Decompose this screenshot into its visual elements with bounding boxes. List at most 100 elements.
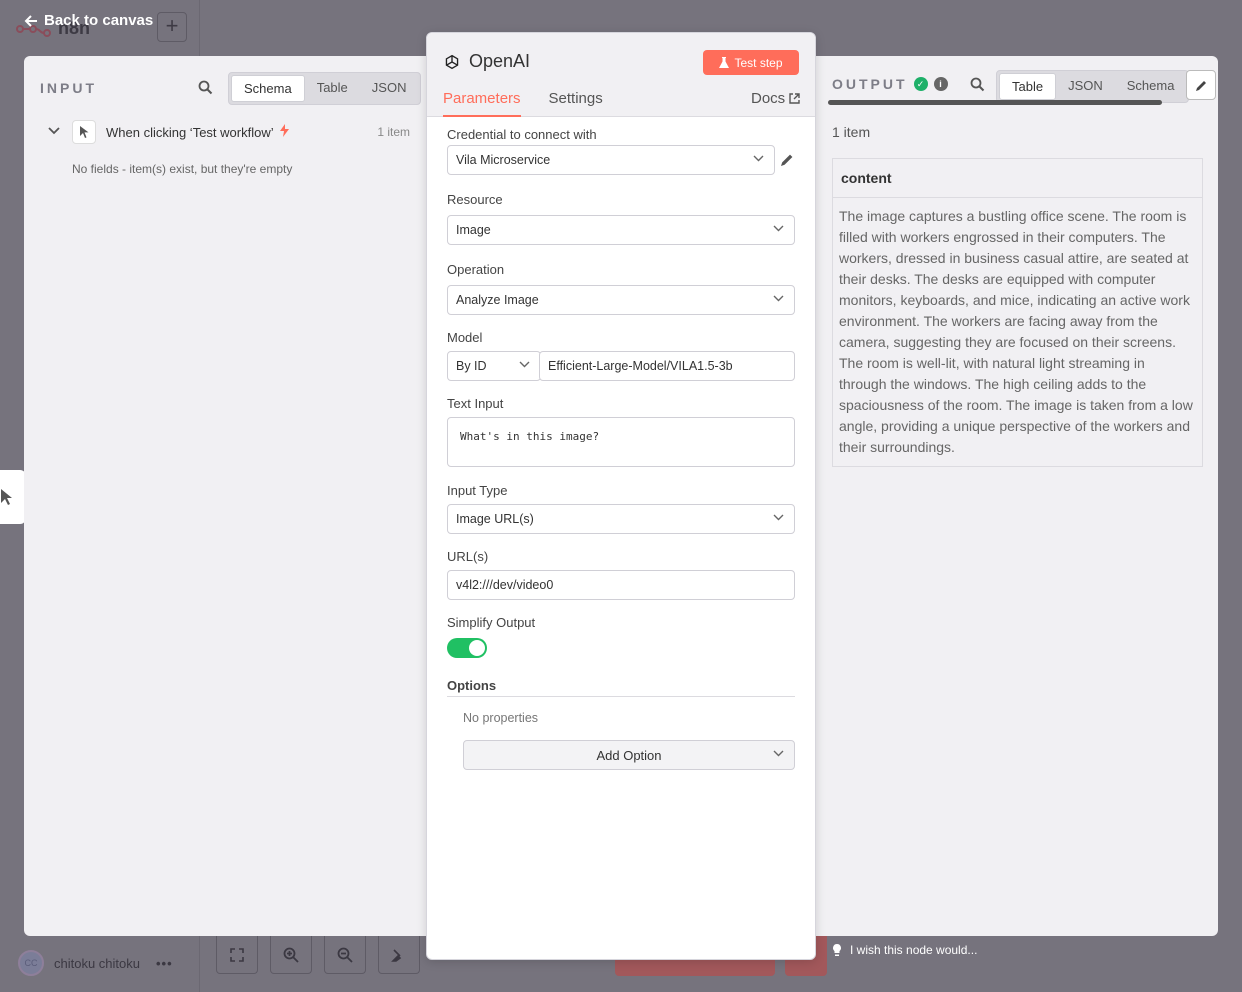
test-step-button[interactable]: Test step <box>703 50 799 75</box>
model-mode-value: By ID <box>456 359 487 373</box>
output-table: content The image captures a bustling of… <box>832 158 1203 467</box>
pencil-icon <box>1195 80 1206 91</box>
tidy-up-button[interactable] <box>378 936 420 974</box>
operation-value: Analyze Image <box>456 293 539 307</box>
cursor-pointer-icon <box>1 489 12 505</box>
header-divider <box>199 0 200 56</box>
chevron-down-icon <box>773 225 784 232</box>
urls-value: v4l2:///dev/video0 <box>456 578 554 592</box>
external-link-icon <box>789 93 800 104</box>
chevron-down-icon <box>753 155 764 162</box>
table-header-content: content <box>833 159 1202 198</box>
model-id-value: Efficient-Large-Model/VILA1.5-3b <box>548 359 733 373</box>
table-cell-content[interactable]: The image captures a bustling office sce… <box>833 198 1202 466</box>
feedback-text: I wish this node would... <box>850 943 978 957</box>
node-settings-panel: OpenAI Test step Parameters Settings Doc… <box>426 32 816 960</box>
resource-select[interactable]: Image <box>447 215 795 245</box>
docs-label: Docs <box>751 90 786 107</box>
operation-select[interactable]: Analyze Image <box>447 285 795 315</box>
chevron-down-icon <box>773 750 784 757</box>
zoom-in-icon <box>283 947 299 963</box>
model-mode-select[interactable]: By ID <box>447 351 541 381</box>
chevron-down-icon <box>773 514 784 521</box>
edit-credential-icon[interactable] <box>779 152 795 168</box>
output-tab-json[interactable]: JSON <box>1056 73 1115 100</box>
test-step-label: Test step <box>734 55 783 70</box>
edit-output-button[interactable] <box>1186 70 1216 100</box>
output-tab-table[interactable]: Table <box>999 73 1057 100</box>
back-to-canvas-label: Back to canvas <box>44 12 154 29</box>
avatar: CC <box>18 950 44 976</box>
tab-settings[interactable]: Settings <box>549 90 603 117</box>
footer-divider <box>199 936 200 992</box>
user-menu[interactable]: CC chitoku chitoku ••• <box>18 950 173 976</box>
add-option-button[interactable]: Add Option <box>463 740 795 770</box>
plus-icon: + <box>165 13 179 38</box>
output-header: OUTPUT ✓ i <box>832 76 985 92</box>
empty-fields-message: No fields - item(s) exist, but they're e… <box>72 162 293 176</box>
model-id-input[interactable]: Efficient-Large-Model/VILA1.5-3b <box>539 351 795 381</box>
input-tab-schema[interactable]: Schema <box>231 75 305 102</box>
trigger-node-icon <box>72 120 96 144</box>
trigger-item-count: 1 item <box>377 125 410 139</box>
search-icon[interactable] <box>198 80 213 95</box>
output-tab-schema[interactable]: Schema <box>1115 73 1187 100</box>
trigger-node-label: When clicking ‘Test workflow’ <box>106 124 274 140</box>
flask-icon <box>719 56 730 68</box>
text-input-label: Text Input <box>447 396 504 411</box>
input-tab-json[interactable]: JSON <box>360 75 419 102</box>
add-node-button[interactable]: + <box>157 12 187 42</box>
urls-input[interactable]: v4l2:///dev/video0 <box>447 570 795 600</box>
more-options-icon[interactable]: ••• <box>156 956 173 971</box>
back-to-canvas-link[interactable]: Back to canvas <box>24 12 153 29</box>
text-input-value: What's in this image? <box>460 430 600 443</box>
node-title-text: OpenAI <box>469 51 531 71</box>
node-header: OpenAI Test step Parameters Settings Doc… <box>427 33 815 117</box>
urls-label: URL(s) <box>447 549 489 564</box>
simplify-output-toggle[interactable] <box>447 638 487 658</box>
zoom-out-icon <box>337 947 353 963</box>
zoom-controls <box>216 936 420 974</box>
lightbulb-icon <box>833 944 841 956</box>
tab-parameters[interactable]: Parameters <box>443 90 521 117</box>
info-icon[interactable]: i <box>933 77 948 91</box>
zoom-in-button[interactable] <box>270 936 312 974</box>
fit-view-icon <box>230 947 244 962</box>
chevron-down-icon <box>519 361 530 368</box>
trigger-node-row[interactable]: When clicking ‘Test workflow’ 1 item <box>48 120 410 144</box>
node-title: OpenAI <box>443 51 530 72</box>
user-name: chitoku chitoku <box>54 955 140 971</box>
feedback-link[interactable]: I wish this node would... <box>832 943 977 957</box>
chevron-down-icon <box>773 295 784 302</box>
credential-select[interactable]: Vila Microservice <box>447 145 775 175</box>
drag-handle-tab[interactable] <box>0 470 26 524</box>
node-tabs: Parameters Settings <box>443 90 603 117</box>
search-icon[interactable] <box>970 77 985 92</box>
chevron-down-icon[interactable] <box>48 126 64 138</box>
add-option-label: Add Option <box>596 747 662 763</box>
resource-value: Image <box>456 223 491 237</box>
lightning-icon <box>279 124 289 140</box>
input-view-toggle: Schema Table JSON <box>228 72 422 105</box>
model-label: Model <box>447 330 483 345</box>
openai-icon <box>445 54 459 69</box>
output-item-count: 1 item <box>832 124 871 140</box>
docs-link[interactable]: Docs <box>751 90 800 107</box>
zoom-out-button[interactable] <box>324 936 366 974</box>
input-tab-table[interactable]: Table <box>305 75 360 102</box>
output-view-toggle: Table JSON Schema <box>996 70 1190 103</box>
input-title: INPUT <box>40 80 97 96</box>
simplify-output-label: Simplify Output <box>447 615 536 630</box>
no-properties-text: No properties <box>463 711 539 725</box>
broom-icon <box>391 948 402 962</box>
input-type-select[interactable]: Image URL(s) <box>447 504 795 534</box>
input-panel: INPUT Schema Table JSON When clicking ‘T… <box>24 56 428 936</box>
arrow-left-icon <box>24 14 37 27</box>
toggle-knob <box>469 640 485 656</box>
credential-value: Vila Microservice <box>456 153 551 167</box>
text-input-textarea[interactable]: What's in this image? <box>447 417 795 467</box>
output-title: OUTPUT <box>832 76 908 92</box>
operation-label: Operation <box>447 262 505 277</box>
horizontal-scrollbar[interactable] <box>828 100 1162 105</box>
fit-view-button[interactable] <box>216 936 258 974</box>
